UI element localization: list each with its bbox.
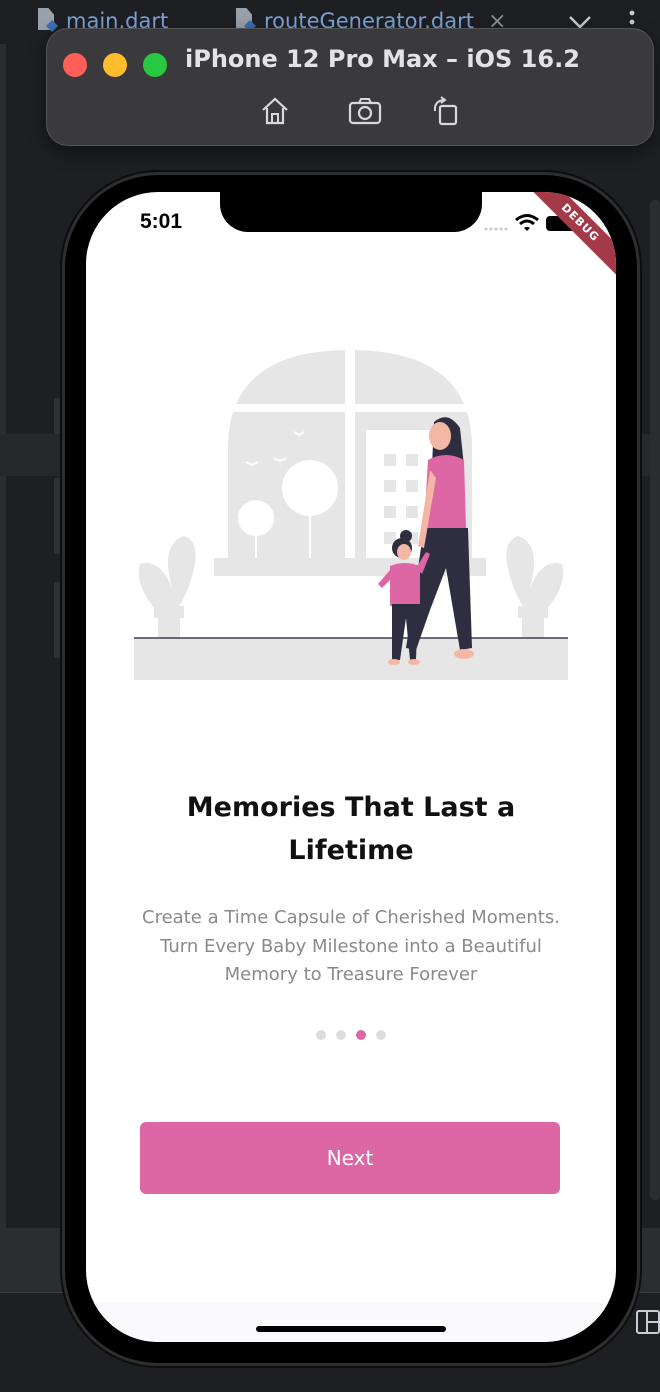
page-dot-active[interactable] bbox=[356, 1030, 366, 1040]
gutter-marker bbox=[54, 398, 62, 434]
plant-right bbox=[506, 536, 564, 610]
window-minimize-button[interactable] bbox=[103, 53, 127, 77]
wifi-icon bbox=[515, 214, 539, 231]
screenshot-button[interactable] bbox=[347, 93, 383, 129]
rotate-button[interactable] bbox=[427, 93, 463, 129]
layout-icon[interactable] bbox=[636, 1310, 660, 1334]
editor-left-rail bbox=[0, 44, 6, 1392]
window-transom bbox=[228, 404, 472, 412]
simulator-title: iPhone 12 Pro Max – iOS 16.2 bbox=[185, 45, 580, 73]
bottom-safe-area bbox=[86, 1302, 616, 1342]
window-close-button[interactable] bbox=[63, 53, 87, 77]
dart-file-icon bbox=[36, 8, 58, 34]
tree bbox=[238, 500, 274, 536]
onboarding-illustration bbox=[134, 348, 568, 680]
home-icon bbox=[262, 97, 288, 125]
simulator-toolbar: iPhone 12 Pro Max – iOS 16.2 bbox=[46, 28, 654, 146]
editor-scrollbar[interactable] bbox=[650, 200, 660, 1200]
onboarding-title: Memories That Last a Lifetime bbox=[186, 792, 516, 866]
tree bbox=[282, 460, 338, 516]
gutter-marker bbox=[54, 478, 62, 554]
window-maximize-button[interactable] bbox=[143, 53, 167, 77]
page-indicator[interactable] bbox=[314, 1029, 388, 1041]
screenshot-icon bbox=[348, 98, 382, 125]
status-time: 5:01 bbox=[140, 210, 183, 233]
gutter-marker bbox=[54, 582, 62, 658]
plant-left bbox=[138, 536, 196, 610]
page-dot[interactable] bbox=[316, 1030, 326, 1040]
floor bbox=[134, 638, 568, 680]
onboarding-description: Create a Time Capsule of Cherished Momen… bbox=[142, 907, 560, 985]
next-button[interactable]: Next bbox=[140, 1122, 560, 1194]
app-screen: 5:01 DEBUG Memories That Last a Lifetime… bbox=[86, 192, 616, 1342]
window-mullion bbox=[345, 348, 355, 570]
rotate-icon bbox=[433, 96, 458, 126]
home-button[interactable] bbox=[257, 93, 293, 129]
page-dot[interactable] bbox=[376, 1030, 386, 1040]
home-indicator[interactable] bbox=[256, 1326, 446, 1332]
page-dot[interactable] bbox=[336, 1030, 346, 1040]
cellular-signal-icon bbox=[484, 227, 508, 231]
notch bbox=[220, 192, 482, 232]
